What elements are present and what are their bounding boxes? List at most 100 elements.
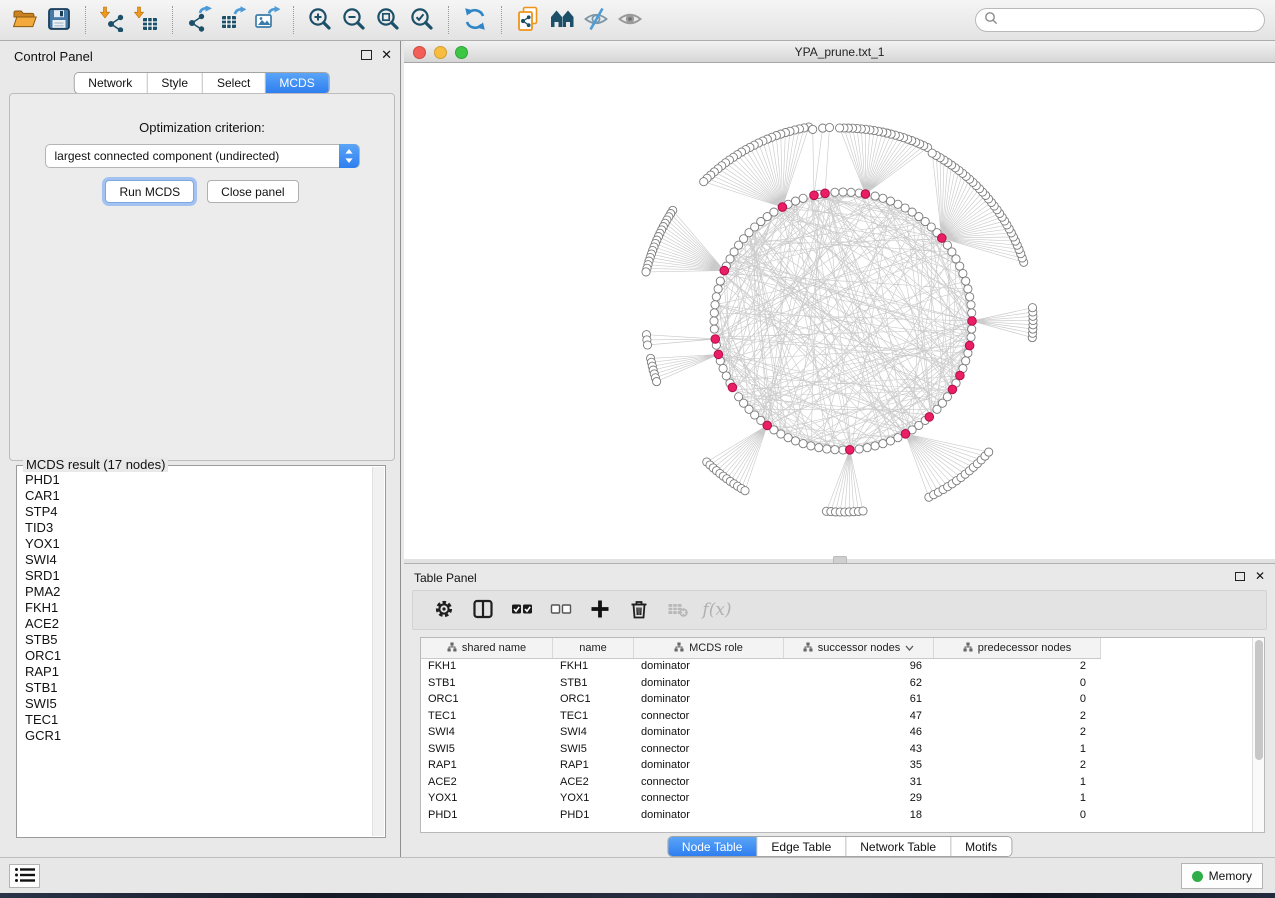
network-window-titlebar[interactable]: YPA_prune.txt_1 [404, 41, 1275, 63]
cell-mcds-role[interactable]: dominator [641, 693, 690, 705]
export-image-button[interactable] [250, 4, 284, 36]
show-all-button[interactable] [613, 4, 647, 36]
network-canvas[interactable] [404, 63, 1275, 559]
cell-mcds-role[interactable]: connector [641, 743, 689, 755]
network-node[interactable] [799, 440, 807, 448]
cell-predecessor-nodes[interactable]: 2 [934, 710, 1086, 722]
cell-shared-name[interactable]: PHD1 [428, 809, 457, 821]
column-header-shared-name[interactable]: shared name [421, 638, 553, 658]
network-node[interactable] [710, 325, 718, 333]
network-node[interactable] [968, 309, 976, 317]
cell-name[interactable]: YOX1 [560, 792, 589, 804]
network-hub-node[interactable] [948, 385, 957, 394]
mcds-result-item[interactable]: GCR1 [25, 728, 372, 744]
select-all-button[interactable] [507, 595, 537, 625]
network-node[interactable] [807, 442, 815, 450]
network-hub-node[interactable] [821, 189, 830, 198]
cell-successor-nodes[interactable]: 43 [784, 743, 922, 755]
cell-predecessor-nodes[interactable]: 1 [934, 792, 1086, 804]
network-node[interactable] [967, 301, 975, 309]
column-header-successor-nodes[interactable]: successor nodes [784, 638, 934, 658]
mcds-result-item[interactable]: ACE2 [25, 616, 372, 632]
network-hub-node[interactable] [925, 413, 934, 422]
search-input[interactable] [1003, 13, 1256, 27]
mcds-result-item[interactable]: TEC1 [25, 712, 372, 728]
network-node[interactable] [653, 378, 661, 386]
table-options-gear-button[interactable] [429, 595, 459, 625]
cell-mcds-role[interactable]: dominator [641, 759, 690, 771]
network-node[interactable] [879, 194, 887, 202]
cell-shared-name[interactable]: RAP1 [428, 759, 457, 771]
network-hub-node[interactable] [778, 203, 787, 212]
network-hub-node[interactable] [846, 446, 855, 455]
cell-successor-nodes[interactable]: 47 [784, 710, 922, 722]
zoom-out-button[interactable] [337, 4, 371, 36]
network-node[interactable] [871, 192, 879, 200]
tab-motifs[interactable]: Motifs [951, 837, 1011, 856]
tab-edge-table[interactable]: Edge Table [757, 837, 846, 856]
cell-successor-nodes[interactable]: 46 [784, 726, 922, 738]
tab-network-table[interactable]: Network Table [846, 837, 951, 856]
network-node[interactable] [799, 194, 807, 202]
cell-name[interactable]: RAP1 [560, 759, 589, 771]
refresh-button[interactable] [458, 4, 492, 36]
network-node[interactable] [700, 178, 708, 186]
network-node[interactable] [871, 442, 879, 450]
network-hub-node[interactable] [810, 191, 819, 200]
close-panel-icon[interactable]: ✕ [381, 47, 392, 63]
cell-predecessor-nodes[interactable]: 1 [934, 776, 1086, 788]
cell-name[interactable]: SWI4 [560, 726, 587, 738]
cell-successor-nodes[interactable]: 18 [784, 809, 922, 821]
apply-function-button[interactable]: f(x) [702, 595, 732, 625]
cell-shared-name[interactable]: STB1 [428, 677, 456, 689]
mcds-result-item[interactable]: YOX1 [25, 536, 372, 552]
close-panel-button[interactable]: Close panel [207, 180, 298, 203]
network-hub-node[interactable] [711, 335, 720, 344]
tab-node-table[interactable]: Node Table [668, 837, 758, 856]
table-scrollbar-thumb[interactable] [1255, 640, 1263, 760]
cell-successor-nodes[interactable]: 35 [784, 759, 922, 771]
cell-predecessor-nodes[interactable]: 1 [934, 743, 1086, 755]
import-table-button[interactable] [129, 4, 163, 36]
result-scrollbar[interactable] [372, 467, 384, 836]
mcds-result-item[interactable]: STP4 [25, 504, 372, 520]
mcds-result-item[interactable]: SWI4 [25, 552, 372, 568]
network-node[interactable] [839, 188, 847, 196]
network-hub-node[interactable] [901, 430, 910, 439]
cell-shared-name[interactable]: SWI5 [428, 743, 455, 755]
network-node[interactable] [710, 317, 718, 325]
network-node[interactable] [859, 507, 867, 515]
mcds-result-item[interactable]: PHD1 [25, 472, 372, 488]
network-node[interactable] [823, 445, 831, 453]
save-session-button[interactable] [42, 4, 76, 36]
network-node[interactable] [968, 325, 976, 333]
cell-predecessor-nodes[interactable]: 2 [934, 660, 1086, 672]
network-hub-node[interactable] [714, 350, 723, 359]
network-node[interactable] [943, 241, 951, 249]
network-node[interactable] [710, 309, 718, 317]
network-node[interactable] [712, 293, 720, 301]
column-header-predecessor-nodes[interactable]: predecessor nodes [934, 638, 1101, 658]
table-scrollbar[interactable] [1252, 638, 1264, 832]
cell-shared-name[interactable]: TEC1 [428, 710, 456, 722]
cell-mcds-role[interactable]: dominator [641, 677, 690, 689]
mcds-result-item[interactable]: ORC1 [25, 648, 372, 664]
mcds-result-item[interactable]: STB5 [25, 632, 372, 648]
cell-mcds-role[interactable]: connector [641, 776, 689, 788]
network-hub-node[interactable] [720, 266, 729, 275]
network-node[interactable] [643, 341, 651, 349]
table-row[interactable]: FKH1FKH1dominator962 [421, 659, 1252, 676]
network-node[interactable] [711, 301, 719, 309]
tab-style[interactable]: Style [147, 73, 203, 93]
network-node[interactable] [831, 446, 839, 454]
cell-mcds-role[interactable]: connector [641, 710, 689, 722]
table-row[interactable]: ORC1ORC1dominator610 [421, 692, 1252, 709]
table-row[interactable]: SWI5SWI5connector431 [421, 742, 1252, 759]
cell-successor-nodes[interactable]: 96 [784, 660, 922, 672]
cell-name[interactable]: ORC1 [560, 693, 591, 705]
cell-name[interactable]: STB1 [560, 677, 588, 689]
cell-predecessor-nodes[interactable]: 2 [934, 759, 1086, 771]
network-node[interactable] [741, 487, 749, 495]
zoom-in-button[interactable] [303, 4, 337, 36]
cell-predecessor-nodes[interactable]: 0 [934, 693, 1086, 705]
